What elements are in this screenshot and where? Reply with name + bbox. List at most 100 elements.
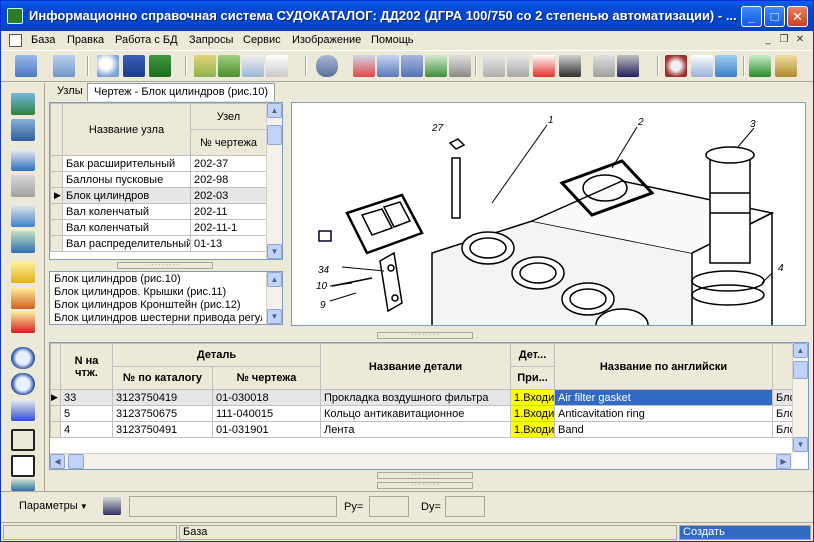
col-drawing-header[interactable]: № чертежа	[211, 366, 322, 390]
full-size-icon[interactable]	[11, 455, 35, 477]
maximize-button[interactable]: □	[764, 6, 785, 27]
drawing-viewer[interactable]: 27 1 2 3 34 10 9 4	[291, 102, 806, 326]
nodes-header-group[interactable]: Узел	[190, 103, 267, 130]
link-icon[interactable]	[449, 55, 471, 77]
import-icon[interactable]	[194, 55, 216, 77]
binoculars-icon[interactable]	[559, 55, 581, 77]
view-icon[interactable]	[15, 55, 37, 77]
scroll-up-icon[interactable]: ▲	[267, 103, 282, 118]
menu-image[interactable]: Изображение	[292, 34, 361, 46]
scroll-down-icon[interactable]: ▼	[793, 437, 808, 452]
close-button[interactable]: ✕	[787, 6, 808, 27]
excel-export-icon[interactable]	[149, 55, 171, 77]
save-icon[interactable]	[749, 55, 771, 77]
splitter-handle[interactable]: · · · · · · · ·	[117, 262, 213, 269]
table-row[interactable]: ▶ 33 3123750419 01-030018 Прокладка возд…	[50, 389, 794, 406]
scroll-right-icon[interactable]: ▶	[776, 454, 791, 469]
figures-scrollbar[interactable]: ▲ ▼	[266, 272, 282, 324]
gear-icon[interactable]	[665, 55, 687, 77]
table-row[interactable]: Баллоны пусковые 202-98	[50, 171, 267, 188]
tree-icon[interactable]	[11, 93, 35, 115]
copy-icon[interactable]	[242, 55, 264, 77]
edit-pen-icon[interactable]	[11, 149, 35, 171]
table-row[interactable]: 4 3123750491 01-031901 Лента 1.Входи Ban…	[50, 421, 794, 438]
parameters-button[interactable]: Параметры ▼	[19, 500, 88, 512]
col-english-header[interactable]: Название по английски	[554, 343, 774, 390]
window-icon[interactable]	[691, 55, 713, 77]
table-row[interactable]: Бак расширительный 202-37	[50, 155, 267, 172]
col-catalog-header[interactable]: № по каталогу	[112, 366, 213, 390]
copy-page-icon[interactable]	[11, 175, 35, 197]
scroll-up-icon[interactable]: ▲	[793, 343, 808, 358]
scroll-down-icon[interactable]: ▼	[267, 309, 282, 324]
part-icon[interactable]	[507, 55, 529, 77]
nodes-header-drawing[interactable]: № чертежа	[190, 129, 267, 156]
binoculars-alt-icon[interactable]	[617, 55, 639, 77]
title-bar[interactable]: Информационно справочная система СУДОКАТ…	[1, 1, 813, 31]
list-item[interactable]: Блок цилиндров шестерни привода регул	[54, 312, 262, 325]
table-row[interactable]: Вал распределительный 01-13	[50, 235, 267, 252]
parts-hscrollbar[interactable]: ◀ ▶	[50, 453, 792, 469]
print-image-icon[interactable]	[11, 479, 35, 491]
vertical-splitter[interactable]	[285, 102, 290, 326]
table-row[interactable]: ▶ Блок цилиндров 202-03	[50, 187, 267, 204]
splitter-handle[interactable]: · · · · · · · ·	[377, 472, 473, 479]
note-delete-icon[interactable]	[11, 311, 35, 333]
menu-service[interactable]: Сервис	[243, 34, 281, 46]
list-item[interactable]: Блок цилиндров Кронштейн (рис.12)	[54, 299, 262, 312]
zoom-select-icon[interactable]	[11, 399, 35, 421]
col-name-header[interactable]: Название детали	[320, 343, 512, 390]
hierarchy-icon[interactable]	[11, 205, 35, 227]
binoculars-icon[interactable]	[103, 497, 121, 515]
col-det-header[interactable]: Дет...	[510, 343, 556, 367]
nodes-header-name[interactable]: Название узла	[62, 103, 191, 156]
image-icon[interactable]	[715, 55, 737, 77]
col-detail-group-header[interactable]: Деталь	[111, 343, 322, 367]
database-icon[interactable]	[316, 55, 338, 77]
sort-az-icon[interactable]	[425, 55, 447, 77]
menu-help[interactable]: Помощь	[371, 34, 414, 46]
nodes-scrollbar[interactable]: ▲ ▼	[266, 103, 282, 259]
note-icon[interactable]	[11, 261, 35, 283]
layout-icon[interactable]	[53, 55, 75, 77]
zoom-out-icon[interactable]	[11, 373, 35, 395]
menu-edit[interactable]: Правка	[67, 34, 104, 46]
tab-nodes[interactable]: Узлы	[51, 83, 89, 101]
search-filter-icon[interactable]	[593, 55, 615, 77]
table-row[interactable]: 5 3123750675 111-040015 Кольцо антикавит…	[50, 405, 794, 422]
refresh-icon[interactable]	[11, 231, 35, 253]
py-field[interactable]	[369, 496, 409, 517]
mdi-restore-icon[interactable]: ❐	[777, 34, 791, 47]
splitter-handle[interactable]: · · · · · · · ·	[377, 332, 473, 339]
col-num-header[interactable]: N на чтж.	[60, 343, 113, 390]
node-icon[interactable]	[483, 55, 505, 77]
table-row[interactable]: Вал коленчатый 202-11	[50, 203, 267, 220]
zoom-in-icon[interactable]	[11, 347, 35, 369]
db-settings-icon[interactable]	[401, 55, 423, 77]
minimize-button[interactable]: _	[741, 6, 762, 27]
dy-field[interactable]	[445, 496, 485, 517]
exit-icon[interactable]	[775, 55, 797, 77]
scroll-down-icon[interactable]: ▼	[267, 244, 282, 259]
mdi-minimize-icon[interactable]: _	[761, 34, 775, 47]
scroll-up-icon[interactable]: ▲	[267, 272, 282, 287]
graph-icon[interactable]	[11, 119, 35, 141]
list-item[interactable]: Блок цилиндров (рис.10)	[54, 273, 262, 286]
menu-queries[interactable]: Запросы	[189, 34, 233, 46]
delete-record-icon[interactable]	[353, 55, 375, 77]
find-db-icon[interactable]	[377, 55, 399, 77]
mdi-close-icon[interactable]: ✕	[793, 34, 807, 47]
scroll-left-icon[interactable]: ◀	[50, 454, 65, 469]
list-item[interactable]: Блок цилиндров. Крышки (рис.11)	[54, 286, 262, 299]
menu-db-work[interactable]: Работа с БД	[115, 34, 178, 46]
export-icon[interactable]	[218, 55, 240, 77]
auto-search-icon[interactable]	[533, 55, 555, 77]
scroll-thumb[interactable]	[267, 125, 282, 145]
col-det-sub-header[interactable]: При...	[510, 366, 556, 390]
splitter-handle[interactable]: · · · · · · · ·	[377, 482, 473, 489]
word-export-icon[interactable]	[123, 55, 145, 77]
tab-drawing[interactable]: Чертеж - Блок цилиндров (рис.10)	[87, 83, 276, 101]
parts-vscrollbar[interactable]: ▲ ▼	[792, 343, 808, 453]
document-icon[interactable]	[266, 55, 288, 77]
note-edit-icon[interactable]	[11, 287, 35, 309]
